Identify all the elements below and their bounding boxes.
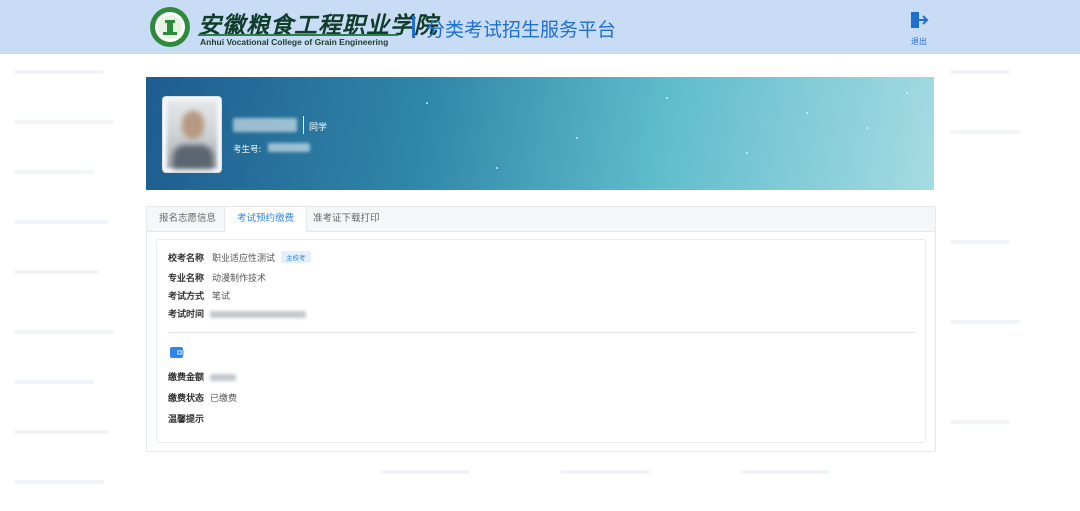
tab-application-info[interactable]: 报名志愿信息 (147, 207, 228, 231)
background-decoration (14, 120, 114, 124)
background-decoration (950, 70, 1010, 74)
banner-star (866, 127, 868, 129)
background-decoration (14, 170, 94, 174)
exam-method-value: 笔试 (212, 292, 231, 302)
banner-star (906, 92, 908, 94)
background-decoration (560, 470, 650, 474)
background-decoration (14, 220, 109, 224)
logout-button[interactable]: 退出 (906, 10, 932, 47)
exam-number-redacted (268, 143, 310, 152)
college-name-en: Anhui Vocational College of Grain Engine… (200, 37, 389, 47)
banner-star (746, 152, 748, 154)
platform-title: 分类考试招生服务平台 (426, 19, 617, 41)
background-decoration (950, 320, 1020, 324)
wallet-icon (170, 347, 184, 358)
student-name-redacted (233, 118, 297, 132)
exam-time-label: 考试时间 (168, 310, 205, 320)
tab-admission-ticket[interactable]: 准考证下载打印 (301, 207, 392, 231)
payment-amount-redacted (210, 374, 237, 381)
school-exam-value: 职业适应性测试 (212, 254, 276, 264)
major-value: 动漫制作技术 (212, 274, 267, 284)
background-decoration (740, 470, 830, 474)
background-decoration (380, 470, 470, 474)
banner-star (426, 102, 428, 104)
main-exam-tag: 主校考 (281, 251, 311, 263)
exam-number-label: 考生号: (233, 145, 262, 155)
student-banner: 同学 考生号: (146, 77, 934, 190)
payment-status-row: 缴费状态 已缴费 (168, 391, 237, 404)
exam-method-row: 考试方式 笔试 (168, 289, 230, 302)
logout-icon (911, 12, 929, 28)
name-separator (303, 116, 304, 134)
exam-time-redacted (210, 311, 307, 318)
banner-star (496, 167, 498, 169)
banner-star (666, 97, 668, 99)
student-photo-frame (162, 96, 222, 173)
photo-head (182, 111, 204, 139)
background-decoration (950, 420, 1010, 424)
exam-time-row: 考试时间 (168, 307, 307, 320)
college-seal-logo (150, 7, 190, 47)
background-decoration (14, 270, 99, 274)
photo-body (173, 145, 213, 169)
background-decoration (14, 330, 114, 334)
background-decoration (950, 240, 1010, 244)
tab-bar: 报名志愿信息 考试预约缴费 准考证下载打印 (147, 207, 935, 232)
payment-status-label: 缴费状态 (168, 394, 205, 404)
tab-exam-booking-payment[interactable]: 考试预约缴费 (224, 207, 308, 232)
top-header: 安徽粮食工程职业学院 Anhui Vocational College of G… (0, 0, 1080, 54)
payment-amount-label: 缴费金额 (168, 373, 205, 383)
payment-status-value: 已缴费 (210, 394, 238, 404)
school-exam-label: 校考名称 (168, 254, 205, 264)
title-accent-bar (412, 16, 415, 38)
major-row: 专业名称 动漫制作技术 (168, 271, 266, 284)
background-decoration (14, 430, 109, 434)
payment-amount-row: 缴费金额 (168, 370, 237, 383)
tips-label: 温馨提示 (168, 415, 205, 425)
logo-underline (198, 34, 398, 36)
logout-label: 退出 (911, 37, 927, 46)
major-label: 专业名称 (168, 274, 205, 284)
content-card: 报名志愿信息 考试预约缴费 准考证下载打印 校考名称 职业适应性测试 主校考 专业名… (146, 206, 936, 452)
student-photo (167, 101, 217, 169)
banner-star (806, 112, 808, 114)
background-decoration (14, 480, 104, 484)
name-suffix: 同学 (309, 123, 328, 133)
school-exam-row: 校考名称 职业适应性测试 主校考 (168, 251, 311, 264)
exam-method-label: 考试方式 (168, 292, 205, 302)
banner-star (576, 137, 578, 139)
exam-details-panel: 校考名称 职业适应性测试 主校考 专业名称 动漫制作技术 考试方式 笔试 考试时间 缴费… (156, 239, 926, 443)
section-divider (168, 332, 915, 333)
background-decoration (14, 70, 104, 74)
tips-row: 温馨提示 (168, 412, 204, 425)
background-decoration (14, 380, 94, 384)
background-decoration (950, 130, 1020, 134)
